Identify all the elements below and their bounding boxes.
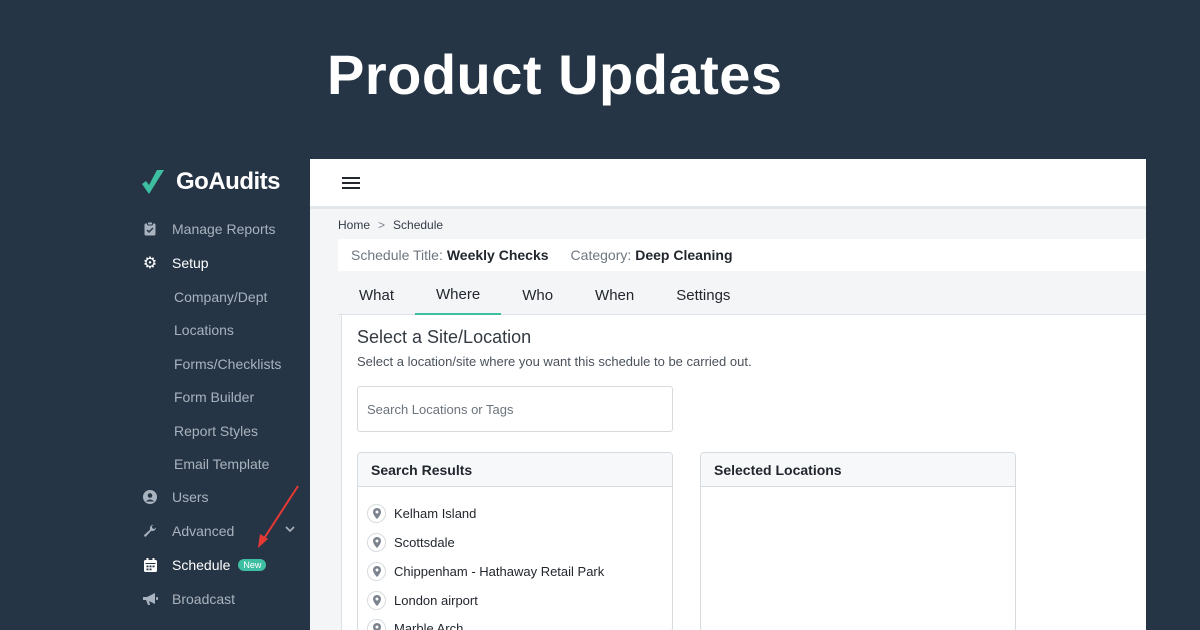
sidebar-item-label: Schedule (172, 557, 231, 573)
location-pin-icon (367, 591, 386, 610)
check-logo-icon (142, 170, 164, 194)
result-label: Chippenham - Hathaway Retail Park (394, 564, 605, 579)
location-pin-icon (367, 619, 386, 630)
tab-who[interactable]: Who (501, 275, 574, 315)
tab-what[interactable]: What (338, 275, 415, 315)
gear-icon: ⚙ (142, 255, 158, 272)
sidebar-item-label: Advanced (172, 523, 235, 539)
location-pin-icon (367, 533, 386, 552)
sidebar-item-label: Users (172, 489, 209, 505)
tab-when[interactable]: When (574, 275, 655, 315)
result-item[interactable]: Scottsdale (367, 533, 455, 552)
schedule-meta: Schedule Title: Weekly Checks Category: … (338, 239, 1146, 271)
schedule-title-label: Schedule Title: (351, 247, 443, 263)
sidebar-subitem-locations[interactable]: Locations (174, 318, 234, 342)
app-panel: Home > Schedule Schedule Title: Weekly C… (310, 159, 1146, 630)
selected-locations-box: Selected Locations (700, 452, 1016, 630)
category-value: Deep Cleaning (635, 247, 733, 263)
page-headline: Product Updates (327, 43, 783, 106)
result-item[interactable]: Marble Arch (367, 619, 463, 630)
where-content: Select a Site/Location Select a location… (341, 315, 1146, 630)
sidebar-item-label: Broadcast (172, 591, 236, 607)
sidebar-item-label: Manage Reports (172, 221, 276, 237)
sidebar-subitem-email-template[interactable]: Email Template (174, 452, 269, 476)
clipboard-icon (140, 222, 160, 236)
selected-locations-header: Selected Locations (701, 453, 1015, 487)
logo-text: GoAudits (176, 168, 281, 195)
category-label: Category: (570, 247, 632, 263)
breadcrumb-separator: > (378, 218, 386, 232)
search-results-box: Search Results Kelham Island Scottsdale … (357, 452, 673, 630)
breadcrumb-current: Schedule (393, 218, 444, 232)
new-badge: New (238, 559, 267, 571)
wrench-icon (140, 524, 160, 538)
result-label: London airport (394, 593, 478, 608)
result-label: Scottsdale (394, 535, 455, 550)
result-label: Marble Arch (394, 621, 464, 630)
breadcrumb-home[interactable]: Home (338, 218, 370, 232)
sidebar-item-broadcast[interactable]: Broadcast (140, 587, 235, 611)
megaphone-icon (140, 592, 160, 606)
sidebar-item-manage-reports[interactable]: Manage Reports (140, 217, 276, 241)
result-item[interactable]: London airport (367, 591, 478, 610)
search-results-header: Search Results (358, 453, 672, 487)
result-label: Kelham Island (394, 506, 477, 521)
sidebar-subitem-forms-checklists[interactable]: Forms/Checklists (174, 352, 281, 376)
result-item[interactable]: Kelham Island (367, 504, 476, 523)
section-subtitle: Select a location/site where you want th… (357, 354, 752, 369)
sidebar-item-users[interactable]: Users (140, 485, 209, 509)
location-pin-icon (367, 562, 386, 581)
sidebar-item-label: Setup (172, 255, 209, 271)
sidebar-subitem-report-styles[interactable]: Report Styles (174, 419, 258, 443)
sidebar-subitem-form-builder[interactable]: Form Builder (174, 385, 254, 409)
user-icon (140, 490, 160, 504)
sidebar-item-setup[interactable]: ⚙ Setup (140, 251, 209, 275)
logo[interactable]: GoAudits (140, 168, 281, 196)
breadcrumb: Home > Schedule (338, 218, 443, 232)
hamburger-menu-icon[interactable] (342, 176, 360, 190)
schedule-title-value: Weekly Checks (446, 247, 549, 263)
schedule-tabs: What Where Who When Settings (338, 275, 1146, 315)
tab-where[interactable]: Where (415, 275, 502, 315)
location-pin-icon (367, 504, 386, 523)
sidebar-subitem-company-dept[interactable]: Company/Dept (174, 285, 267, 309)
section-title: Select a Site/Location (357, 327, 532, 347)
search-input[interactable]: Search Locations or Tags (357, 386, 673, 432)
top-bar (310, 159, 1146, 209)
result-item[interactable]: Chippenham - Hathaway Retail Park (367, 562, 604, 581)
sidebar-item-schedule[interactable]: Schedule New (140, 553, 267, 577)
tab-settings[interactable]: Settings (655, 275, 751, 315)
annotation-arrow-icon (258, 485, 299, 548)
calendar-icon (140, 558, 160, 572)
